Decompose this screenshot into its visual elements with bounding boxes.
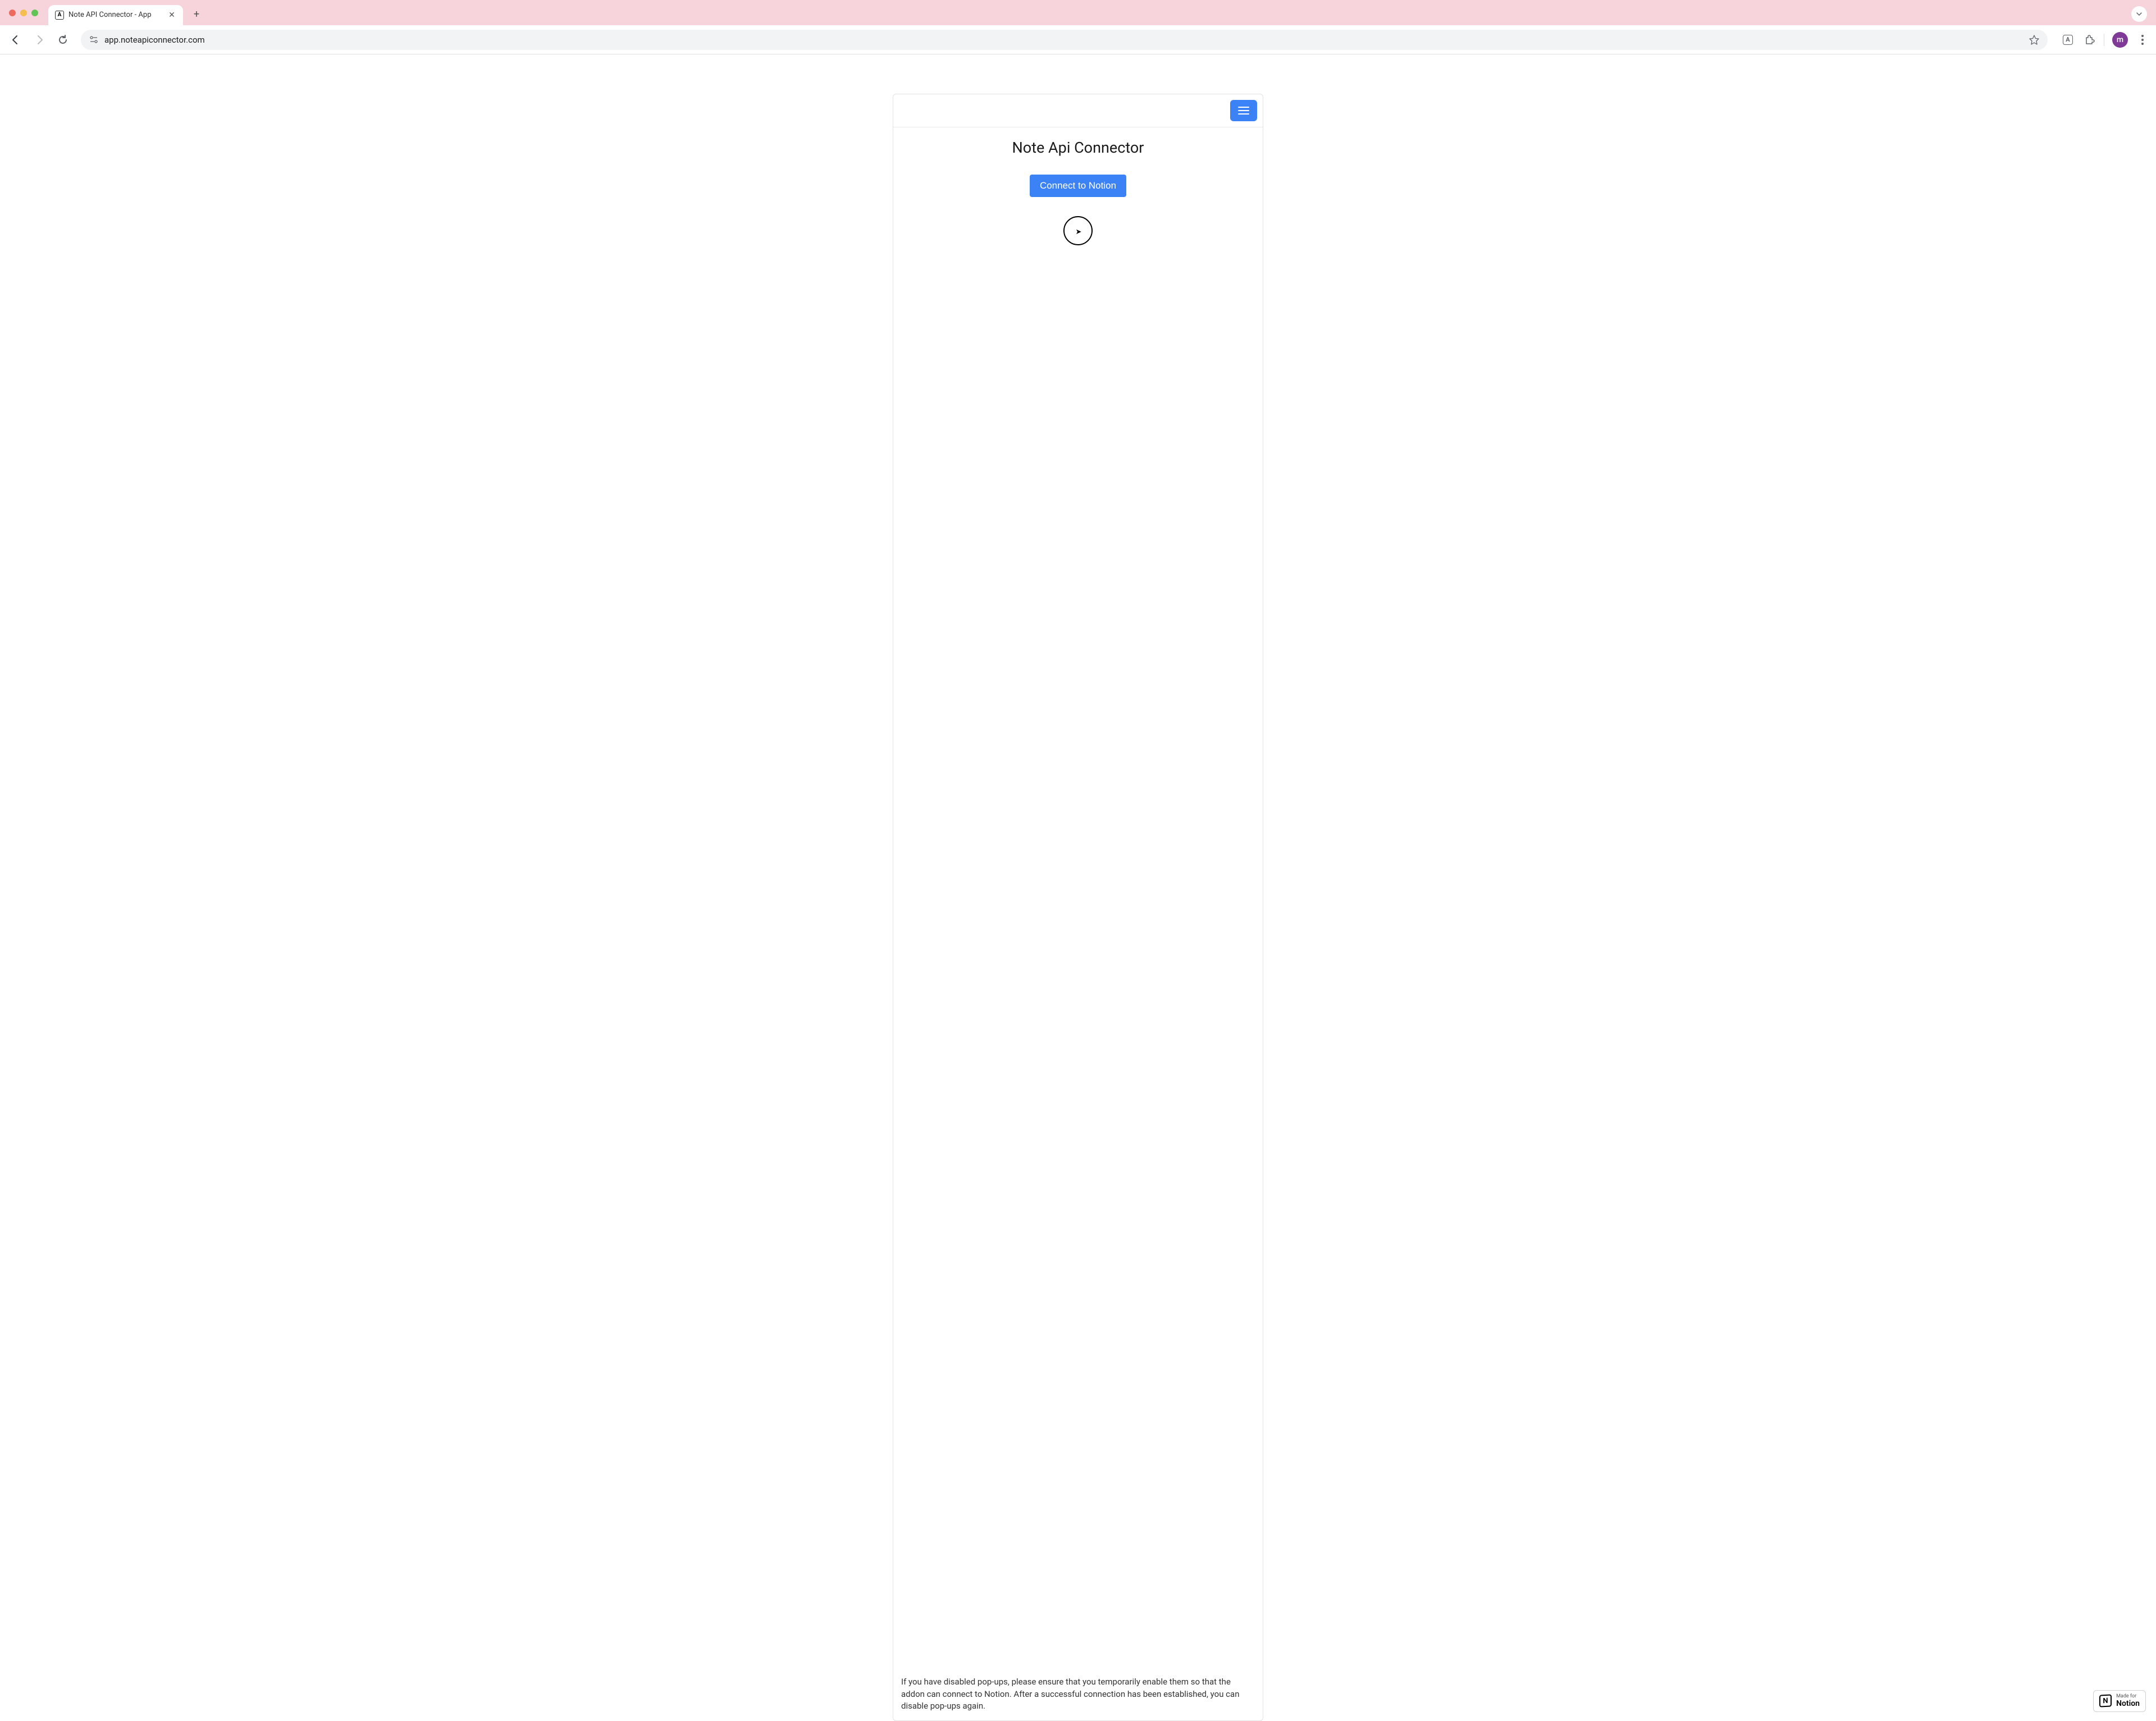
tab-favicon-icon: A [55, 11, 64, 20]
tune-icon [89, 35, 99, 45]
letter-a-icon: A [2063, 35, 2073, 45]
browser-toolbar: app.noteapiconnector.com A m [0, 25, 2156, 54]
notion-badge-text: Made for Notion [2116, 1694, 2140, 1708]
page-content: Note Api Connector Connect to Notion ➤ I… [0, 54, 2156, 1721]
extension-a-button[interactable]: A [2061, 33, 2075, 47]
maximize-window-button[interactable] [31, 10, 38, 16]
hamburger-line [1238, 113, 1249, 115]
panel-body: Note Api Connector Connect to Notion ➤ [893, 127, 1263, 1668]
url-text: app.noteapiconnector.com [104, 35, 2023, 45]
site-info-button[interactable] [89, 35, 99, 45]
puzzle-icon [2084, 34, 2095, 45]
star-icon [2029, 34, 2040, 45]
window-controls [9, 10, 38, 16]
app-title: Note Api Connector [1012, 139, 1144, 157]
avatar-letter: m [2117, 35, 2123, 44]
extensions-button[interactable] [2082, 33, 2096, 47]
close-window-button[interactable] [9, 10, 16, 16]
reload-button[interactable] [54, 31, 72, 49]
kebab-icon [2139, 33, 2146, 47]
badge-line2: Notion [2116, 1700, 2140, 1708]
arrow-left-icon [10, 34, 21, 45]
profile-avatar[interactable]: m [2112, 32, 2128, 48]
new-tab-button[interactable]: + [189, 7, 204, 22]
close-tab-button[interactable]: ✕ [167, 11, 176, 20]
reload-icon [57, 34, 68, 45]
bookmark-button[interactable] [2029, 34, 2040, 45]
made-for-notion-badge[interactable]: N Made for Notion [2093, 1690, 2146, 1712]
browser-chrome: A Note API Connector - App ✕ + [0, 0, 2156, 25]
panel-header [893, 94, 1263, 127]
forward-button[interactable] [30, 31, 48, 49]
tab-title: Note API Connector - App [68, 11, 163, 19]
address-bar[interactable]: app.noteapiconnector.com [81, 30, 2048, 50]
browser-menu-button[interactable] [2136, 33, 2149, 47]
toolbar-actions: A m [2061, 32, 2149, 48]
hamburger-line [1238, 107, 1249, 108]
hamburger-line [1238, 110, 1249, 111]
chevron-down-icon [2136, 11, 2143, 17]
cursor-arrow-icon: ➤ [1076, 228, 1082, 236]
cursor-highlight-icon: ➤ [1063, 216, 1093, 245]
back-button[interactable] [7, 31, 25, 49]
notion-logo-icon: N [2099, 1695, 2112, 1708]
tab-bar: A Note API Connector - App ✕ + [0, 0, 2156, 25]
popup-warning-text: If you have disabled pop-ups, please ens… [893, 1668, 1263, 1720]
menu-toggle-button[interactable] [1230, 100, 1257, 121]
minimize-window-button[interactable] [20, 10, 27, 16]
tab-search-button[interactable] [2131, 6, 2147, 22]
browser-tab[interactable]: A Note API Connector - App ✕ [48, 5, 183, 25]
app-panel: Note Api Connector Connect to Notion ➤ I… [893, 94, 1263, 1721]
connect-to-notion-button[interactable]: Connect to Notion [1030, 175, 1126, 197]
arrow-right-icon [34, 34, 45, 45]
